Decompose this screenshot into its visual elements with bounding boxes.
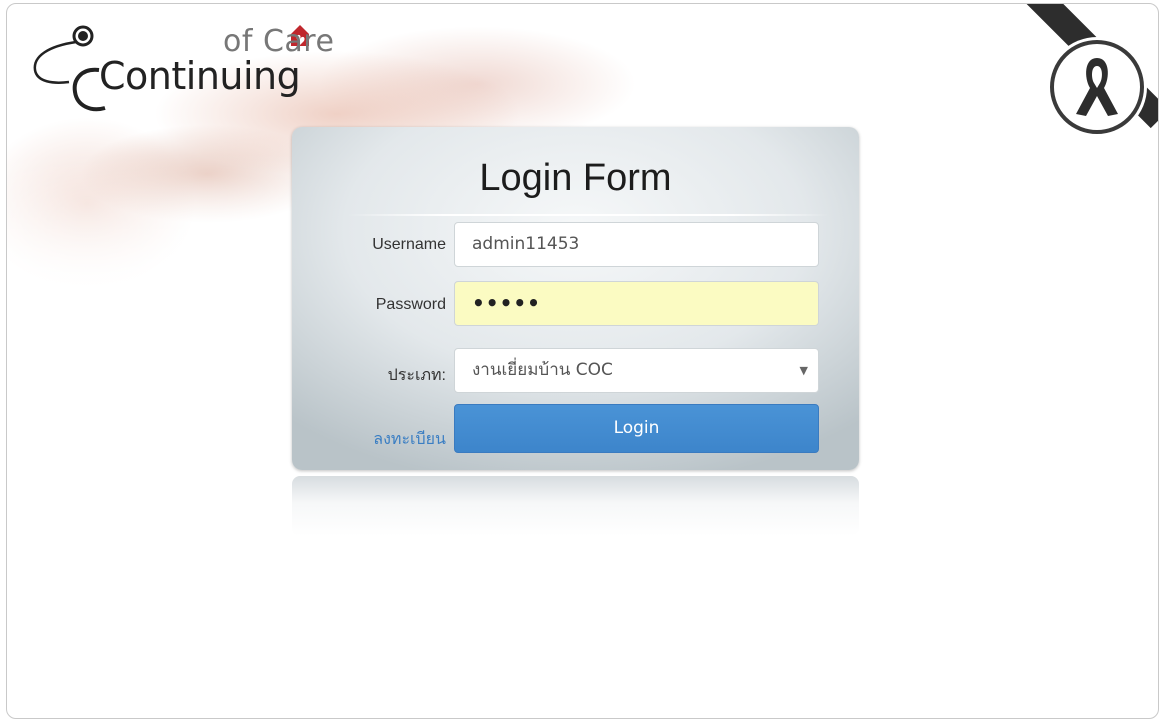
password-mask: ••••• — [472, 291, 541, 315]
username-field[interactable]: admin11453 — [454, 222, 819, 267]
type-label: ประเภท: — [387, 367, 446, 384]
type-select[interactable]: งานเยี่ยมบ้าน COC ▼ — [454, 348, 819, 393]
logo-continuing-text: Continuing — [99, 54, 301, 98]
chevron-down-icon: ▼ — [799, 364, 808, 377]
mourning-ribbon-icon — [1050, 40, 1144, 134]
register-link[interactable]: ลงทะเบียน — [346, 427, 446, 452]
login-form-title: Login Form — [479, 157, 672, 199]
site-logo: of Care Continuing — [29, 22, 359, 122]
password-label: Password — [375, 296, 446, 313]
page-frame: of Care Continuing Login Form Username a… — [6, 3, 1159, 719]
login-panel: Login Form Username admin11453 Password … — [292, 127, 859, 470]
type-selected-value: งานเยี่ยมบ้าน COC — [472, 360, 613, 380]
login-button[interactable]: Login — [454, 404, 819, 453]
username-label: Username — [372, 236, 446, 253]
panel-reflection — [292, 476, 859, 536]
title-divider — [347, 214, 829, 216]
password-field[interactable]: ••••• — [454, 281, 819, 326]
